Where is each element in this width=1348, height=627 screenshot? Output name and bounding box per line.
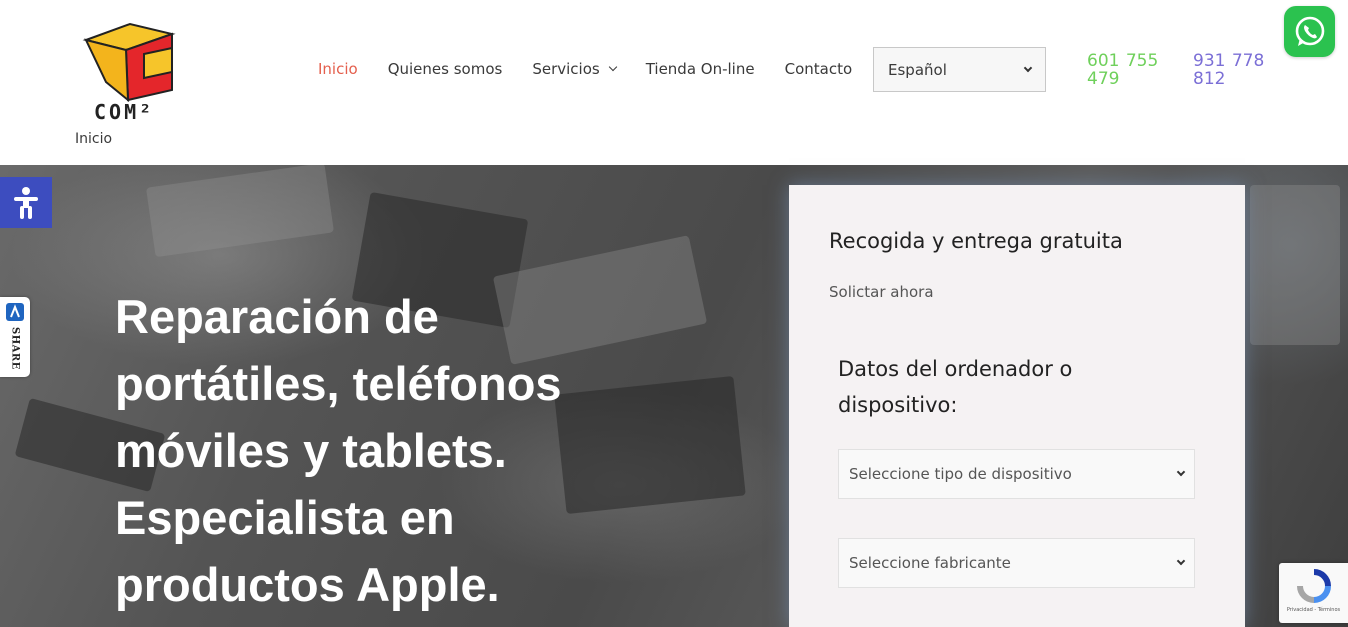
chevron-down-icon [1176, 467, 1186, 477]
nav-item-quienes-somos[interactable]: Quienes somos [388, 60, 503, 78]
device-type-select-value: Seleccione tipo de dispositivo [849, 465, 1072, 483]
device-type-select[interactable]: Seleccione tipo de dispositivo [838, 449, 1195, 499]
form-title: Recogida y entrega gratuita [829, 229, 1123, 253]
form-subtitle: Solictar ahora [829, 283, 934, 301]
logo-text: COM² [94, 100, 155, 124]
chevron-down-icon [1023, 63, 1033, 72]
nav-label: Servicios [532, 60, 600, 78]
phone-link-2[interactable]: 931 778 812 [1193, 52, 1273, 88]
background-detail [146, 165, 334, 258]
nav-label: Quienes somos [387, 60, 503, 78]
nav-item-inicio[interactable]: Inicio [318, 60, 358, 78]
pickup-form-card: Recogida y entrega gratuita Solictar aho… [789, 185, 1245, 627]
manufacturer-select[interactable]: Seleccione fabricante [838, 538, 1195, 588]
chevron-down-icon [608, 62, 617, 72]
recaptcha-links[interactable]: Privacidad - Términos [1287, 607, 1340, 613]
nav-item-servicios[interactable]: Servicios [532, 60, 617, 78]
main-nav: Inicio Quienes somos Servicios Tienda On… [318, 60, 882, 78]
accessibility-icon [14, 186, 38, 219]
chevron-down-icon [1176, 556, 1186, 566]
background-detail [1250, 185, 1340, 345]
phone-link-1[interactable]: 601 755 479 [1087, 52, 1167, 88]
nav-item-tienda-online[interactable]: Tienda On-line [646, 60, 755, 78]
whatsapp-button[interactable] [1284, 6, 1335, 57]
addtoany-icon [6, 303, 24, 321]
com2-logo[interactable]: COM² [82, 18, 188, 124]
recaptcha-icon [1296, 569, 1331, 603]
recaptcha-badge[interactable]: Privacidad - Términos [1279, 563, 1348, 623]
nav-label: Contacto [784, 60, 853, 78]
manufacturer-select-value: Seleccione fabricante [849, 554, 1011, 572]
nav-label: Inicio [318, 60, 358, 78]
language-select-value: Español [888, 60, 947, 79]
accessibility-button[interactable] [0, 177, 52, 228]
share-label: SHARE [9, 327, 21, 370]
hero-title: Reparación de portátiles, teléfonos móvi… [115, 290, 562, 611]
site-header: COM² Inicio Inicio Quienes somos Servici… [0, 0, 1348, 165]
language-select[interactable]: Español [873, 47, 1046, 92]
nav-label: Tienda On-line [645, 60, 755, 78]
share-tab[interactable]: SHARE [0, 297, 30, 377]
nav-item-contacto[interactable]: Contacto [785, 60, 853, 78]
breadcrumb[interactable]: Inicio [75, 131, 112, 147]
whatsapp-icon [1295, 16, 1324, 46]
form-section-title: Datos del ordenador o dispositivo: [838, 357, 1073, 417]
